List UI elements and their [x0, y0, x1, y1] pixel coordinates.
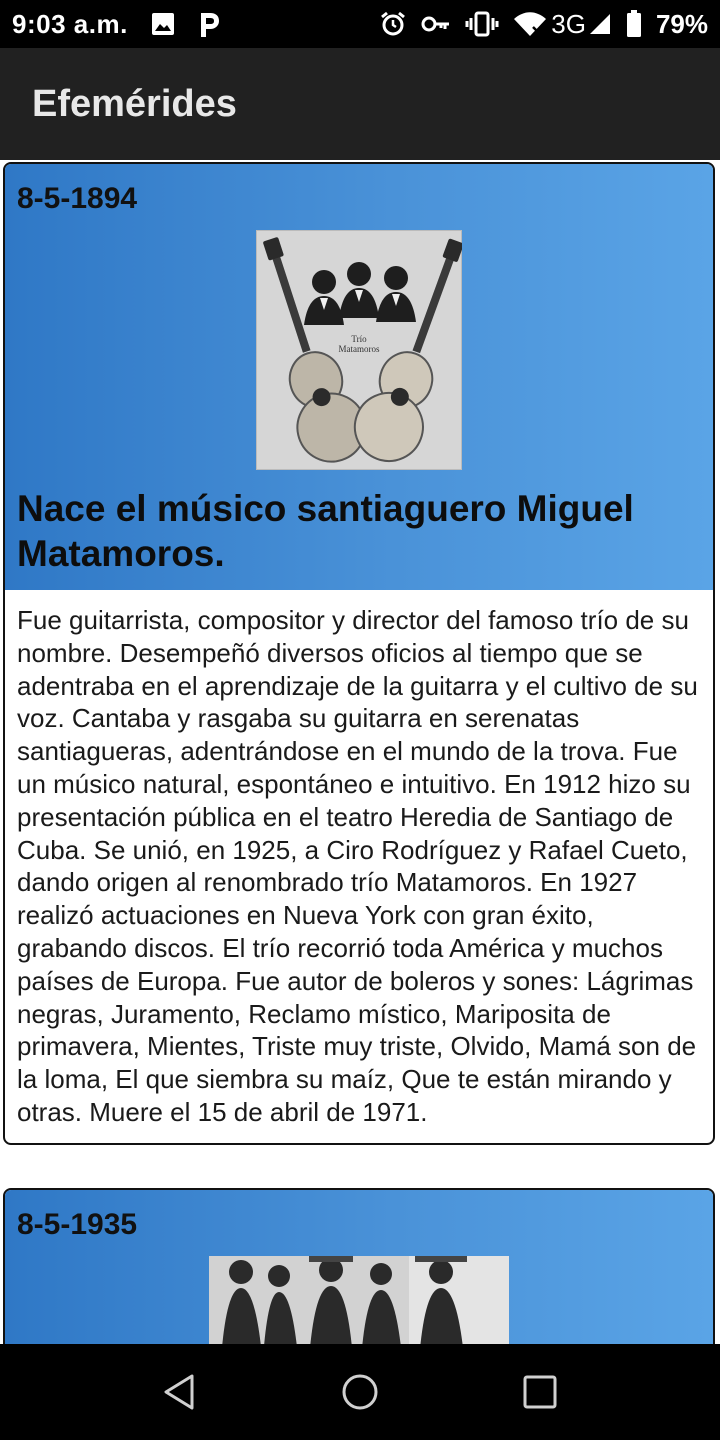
ephemeris-card[interactable]: 8-5-1894 Trío Matamoros Nace el músico s… — [3, 162, 715, 1145]
svg-text:Matamoros: Matamoros — [339, 344, 380, 354]
image-icon — [150, 11, 176, 37]
ephemeris-card[interactable]: 8-5-1935 — [3, 1188, 715, 1344]
alarm-icon — [379, 10, 407, 38]
card-header: 8-5-1935 — [5, 1190, 713, 1344]
status-time: 9:03 a.m. — [12, 8, 128, 39]
card-title: Nace el músico santiaguero Miguel Matamo… — [17, 488, 634, 574]
app-title: Efemérides — [32, 82, 237, 125]
battery-level: 79% — [655, 8, 708, 39]
battery-icon — [626, 10, 642, 38]
recents-icon[interactable] — [520, 1372, 560, 1412]
wifi-icon — [513, 11, 547, 37]
status-bar: 9:03 a.m. 3G 79% — [0, 0, 720, 48]
back-icon[interactable] — [160, 1372, 200, 1412]
home-icon[interactable] — [340, 1372, 380, 1412]
ephemerides-list[interactable]: 8-5-1894 Trío Matamoros Nace el músico s… — [0, 160, 720, 1344]
svg-text:Trío: Trío — [351, 334, 367, 344]
signal-icon — [588, 12, 612, 36]
app-bar: Efemérides — [0, 48, 720, 160]
navigation-bar — [0, 1344, 720, 1440]
p-app-icon — [198, 9, 222, 39]
card-body: Fue guitarrista, compositor y director d… — [17, 605, 698, 1127]
card-date: 8-5-1894 — [17, 182, 138, 215]
card-photo: Trío Matamoros — [255, 229, 464, 471]
key-icon — [421, 14, 451, 34]
card-header: 8-5-1894 Trío Matamoros Nace el músico s… — [5, 164, 713, 590]
vibrate-icon — [465, 11, 499, 37]
card-photo — [209, 1256, 509, 1344]
card-date: 8-5-1935 — [17, 1208, 138, 1241]
network-type: 3G — [551, 8, 586, 39]
